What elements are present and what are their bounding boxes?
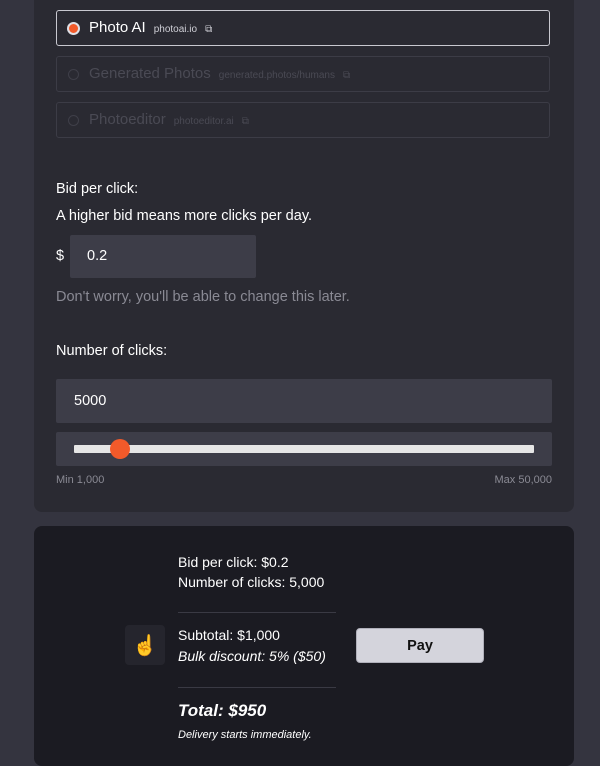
divider: [178, 687, 336, 688]
bulk-discount: Bulk discount: 5% ($50): [178, 648, 326, 664]
slider-track[interactable]: [74, 445, 534, 453]
radio-selected-icon[interactable]: [67, 22, 80, 35]
divider: [178, 612, 336, 613]
site-option-photoeditor[interactable]: Photoeditor photoeditor.ai ⧉: [56, 102, 550, 138]
external-link-icon[interactable]: ⧉: [343, 70, 350, 81]
slider-handle[interactable]: [109, 439, 130, 459]
delivery-note: Delivery starts immediately.: [178, 729, 312, 741]
external-link-icon[interactable]: ⧉: [205, 24, 212, 35]
clicks-input[interactable]: 5000: [56, 379, 552, 423]
site-url[interactable]: generated.photos/humans: [219, 70, 335, 81]
site-name: Generated Photos: [89, 65, 211, 82]
pointer-hand-icon: ☝: [125, 625, 165, 665]
site-option-photo-ai[interactable]: Photo AI photoai.io ⧉: [56, 10, 550, 46]
site-url[interactable]: photoeditor.ai: [174, 116, 234, 127]
pay-button[interactable]: Pay: [356, 628, 484, 663]
currency-symbol: $: [56, 248, 65, 264]
site-option-generated-photos[interactable]: Generated Photos generated.photos/humans ⧉: [56, 56, 550, 92]
summary-bid: Bid per click: $0.2: [178, 554, 289, 570]
radio-icon[interactable]: [68, 69, 79, 80]
summary-clicks: Number of clicks: 5,000: [178, 574, 325, 590]
bid-input[interactable]: 0.2: [70, 235, 256, 278]
slider-min-label: Min 1,000: [56, 474, 105, 486]
site-url[interactable]: photoai.io: [154, 24, 197, 35]
bid-hint: A higher bid means more clicks per day.: [56, 208, 313, 224]
bid-label: Bid per click:: [56, 181, 139, 197]
subtotal: Subtotal: $1,000: [178, 627, 280, 643]
clicks-slider[interactable]: [56, 432, 552, 466]
clicks-label: Number of clicks:: [56, 343, 168, 359]
bid-note: Don't worry, you'll be able to change th…: [56, 289, 350, 305]
slider-max-label: Max 50,000: [494, 474, 552, 486]
total: Total: $950: [178, 701, 267, 720]
site-name: Photo AI: [89, 19, 146, 36]
external-link-icon[interactable]: ⧉: [242, 116, 249, 127]
radio-icon[interactable]: [68, 115, 79, 126]
site-name: Photoeditor: [89, 111, 166, 128]
